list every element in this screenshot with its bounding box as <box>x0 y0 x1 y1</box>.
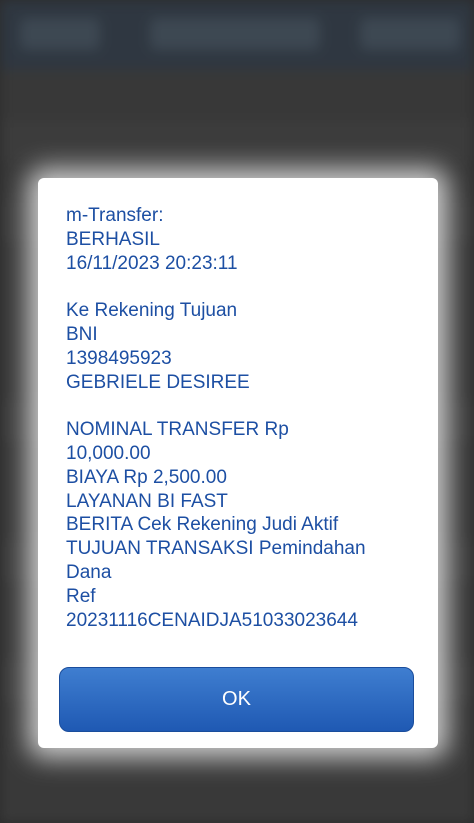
news-text: BERITA Cek Rekening Judi Aktif <box>66 514 339 536</box>
destination-account-number: 1398495923 <box>66 347 172 369</box>
nominal-label: NOMINAL TRANSFER Rp <box>66 419 289 441</box>
nominal-value: 10,000.00 <box>66 442 151 464</box>
ref-value: 20231116CENAIDJA51033023644 <box>66 609 358 631</box>
transfer-status: BERHASIL <box>66 228 160 250</box>
transfer-datetime: 16/11/2023 20:23:11 <box>66 252 238 274</box>
transfer-result-dialog: m-Transfer: BERHASIL 16/11/2023 20:23:11… <box>38 178 438 748</box>
destination-account-name: GEBRIELE DESIREE <box>66 371 250 393</box>
purpose-text: TUJUAN TRANSAKSI Pemindahan <box>66 538 366 560</box>
ok-button[interactable]: OK <box>59 667 414 732</box>
destination-label: Ke Rekening Tujuan <box>66 300 238 322</box>
destination-bank: BNI <box>66 323 98 345</box>
ref-label: Ref <box>66 585 96 607</box>
dialog-title: m-Transfer: <box>66 205 164 226</box>
service-text: LAYANAN BI FAST <box>66 490 228 512</box>
dialog-message: m-Transfer: BERHASIL 16/11/2023 20:23:11… <box>66 204 410 632</box>
fee-text: BIAYA Rp 2,500.00 <box>66 466 227 488</box>
purpose-text-continued: Dana <box>66 561 112 583</box>
